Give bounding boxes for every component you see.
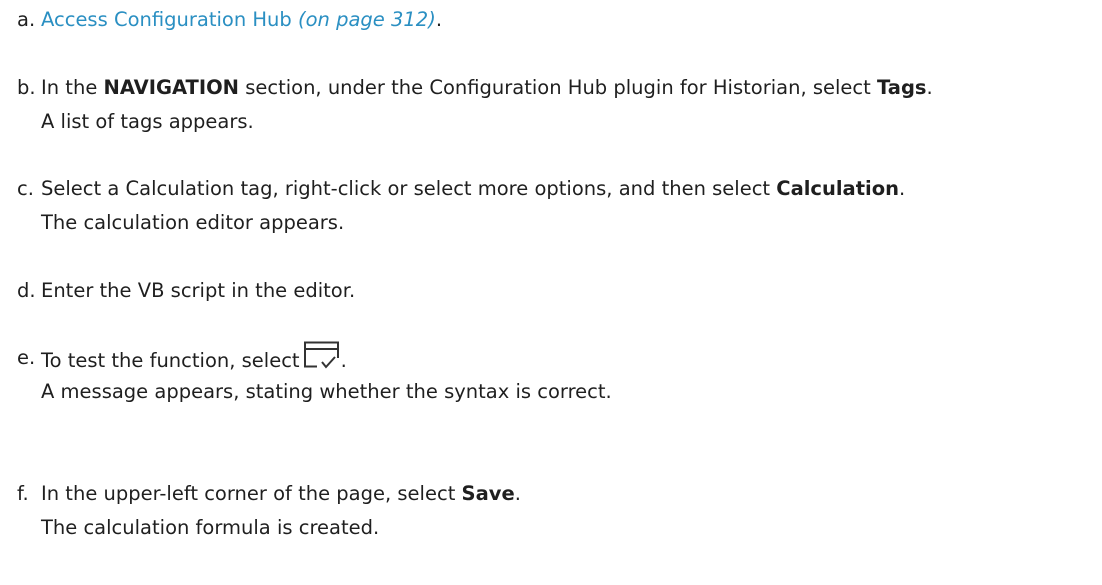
step-marker: f. <box>17 482 29 505</box>
step-marker: a. <box>17 8 36 31</box>
access-configuration-hub-link[interactable]: Access Configuration Hub (on page 312) <box>41 8 436 31</box>
step-result: A list of tags appears. <box>41 110 254 133</box>
step-text: To test the function, select . A message… <box>41 341 612 409</box>
step-result: The calculation editor appears. <box>41 211 345 234</box>
text-run: section, under the Configuration Hub plu… <box>239 76 877 99</box>
step-text: Select a Calculation tag, right-click or… <box>41 172 905 240</box>
text-run: To test the function, select <box>41 349 300 372</box>
step-marker: b. <box>17 76 36 99</box>
step-instruction: Select a Calculation tag, right-click or… <box>41 172 905 206</box>
step-text: Enter the VB script in the editor. <box>41 279 356 302</box>
text-run: In the <box>41 76 104 99</box>
step-instruction: To test the function, select . <box>41 341 612 375</box>
text-run: Select a Calculation tag, right-click or… <box>41 177 777 200</box>
link-page-reference: (on page 312) <box>298 8 436 31</box>
navigation-term: NAVIGATION <box>103 76 239 99</box>
step-result: A message appears, stating whether the s… <box>41 380 612 403</box>
step-instruction: In the NAVIGATION section, under the Con… <box>41 71 933 105</box>
text-run: In the upper-left corner of the page, se… <box>41 482 462 505</box>
punctuation: . <box>926 76 933 99</box>
tags-term: Tags <box>877 76 927 99</box>
punctuation: . <box>514 482 521 505</box>
test-function-icon-graphic <box>303 341 340 370</box>
step-text: Access Configuration Hub (on page 312). <box>41 3 442 37</box>
step-marker: c. <box>17 177 34 200</box>
step-text: In the upper-left corner of the page, se… <box>41 477 521 545</box>
calculation-term: Calculation <box>776 177 900 200</box>
step-text: In the NAVIGATION section, under the Con… <box>41 71 933 139</box>
punctuation: . <box>435 8 443 31</box>
step-marker: e. <box>17 346 36 369</box>
link-label: Access Configuration Hub <box>41 8 292 31</box>
step-result: The calculation formula is created. <box>41 516 380 539</box>
step-marker: d. <box>17 279 36 302</box>
save-term: Save <box>461 482 515 505</box>
step-instruction: In the upper-left corner of the page, se… <box>41 477 521 511</box>
punctuation: . <box>340 349 347 372</box>
punctuation: . <box>899 177 906 200</box>
test-function-icon[interactable] <box>303 341 341 371</box>
